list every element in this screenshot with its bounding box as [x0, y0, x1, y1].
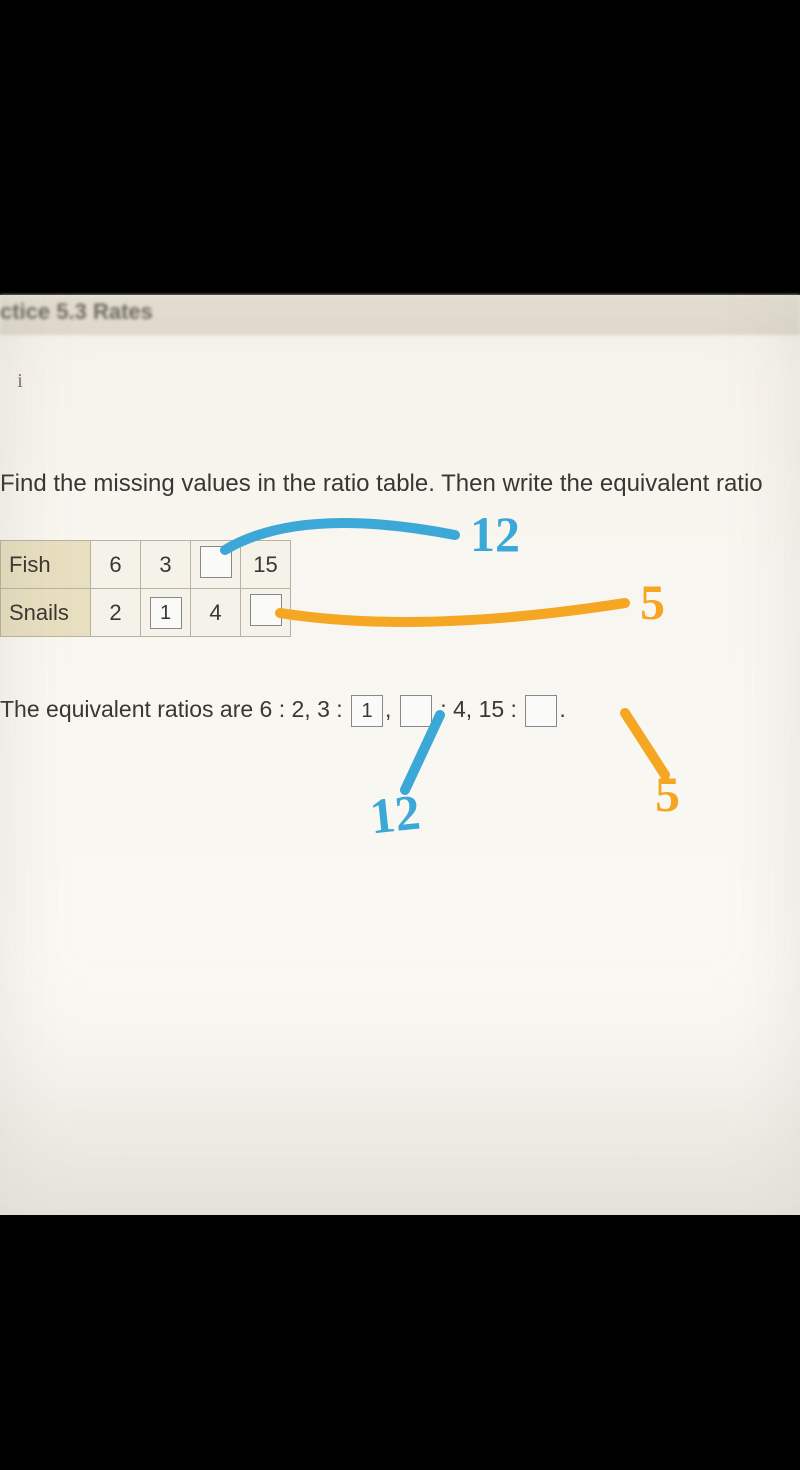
- worksheet-screen: ctice 5.3 Rates i Find the missing value…: [0, 295, 800, 1215]
- answer-mid: : 4, 15 :: [440, 696, 517, 722]
- answer-sep: ,: [385, 696, 391, 722]
- section-title: ctice 5.3 Rates: [0, 299, 153, 324]
- ratio-input-2[interactable]: [400, 695, 432, 727]
- snails-cell-2[interactable]: 1: [141, 589, 191, 637]
- fish-input-blank[interactable]: [200, 546, 232, 578]
- snails-cell-3: 4: [191, 589, 241, 637]
- fish-cell-1: 6: [91, 541, 141, 589]
- answer-prefix: The equivalent ratios are 6 : 2, 3 :: [0, 696, 343, 722]
- table-row: Snails 2 1 4: [1, 589, 291, 637]
- annotation-5-bottom: 5: [655, 765, 680, 823]
- question-prompt: Find the missing values in the ratio tab…: [0, 470, 763, 498]
- handwriting-overlay: [0, 295, 800, 1215]
- orange-line-bottom: [625, 713, 665, 775]
- ratio-input-1[interactable]: 1: [351, 695, 383, 727]
- fish-cell-2: 3: [141, 541, 191, 589]
- fish-cell-4: 15: [241, 541, 291, 589]
- annotation-12-top: 12: [470, 505, 520, 563]
- equivalent-ratios-sentence: The equivalent ratios are 6 : 2, 3 : 1, …: [0, 695, 566, 727]
- snails-cell-4[interactable]: [241, 589, 291, 637]
- annotation-12-bottom: 12: [367, 783, 423, 846]
- ratio-table: Fish 6 3 15 Snails 2 1 4: [0, 540, 291, 637]
- orange-arc-mid: [280, 603, 625, 622]
- snails-input-1[interactable]: 1: [150, 597, 182, 629]
- fish-cell-3[interactable]: [191, 541, 241, 589]
- section-header: ctice 5.3 Rates: [0, 295, 800, 335]
- snails-cell-1: 2: [91, 589, 141, 637]
- table-row: Fish 6 3 15: [1, 541, 291, 589]
- annotation-5-mid: 5: [640, 573, 665, 631]
- row-label-fish: Fish: [1, 541, 91, 589]
- info-icon[interactable]: i: [8, 370, 32, 394]
- answer-suffix: .: [559, 696, 565, 722]
- row-label-snails: Snails: [1, 589, 91, 637]
- snails-input-blank[interactable]: [250, 594, 282, 626]
- ratio-input-3[interactable]: [525, 695, 557, 727]
